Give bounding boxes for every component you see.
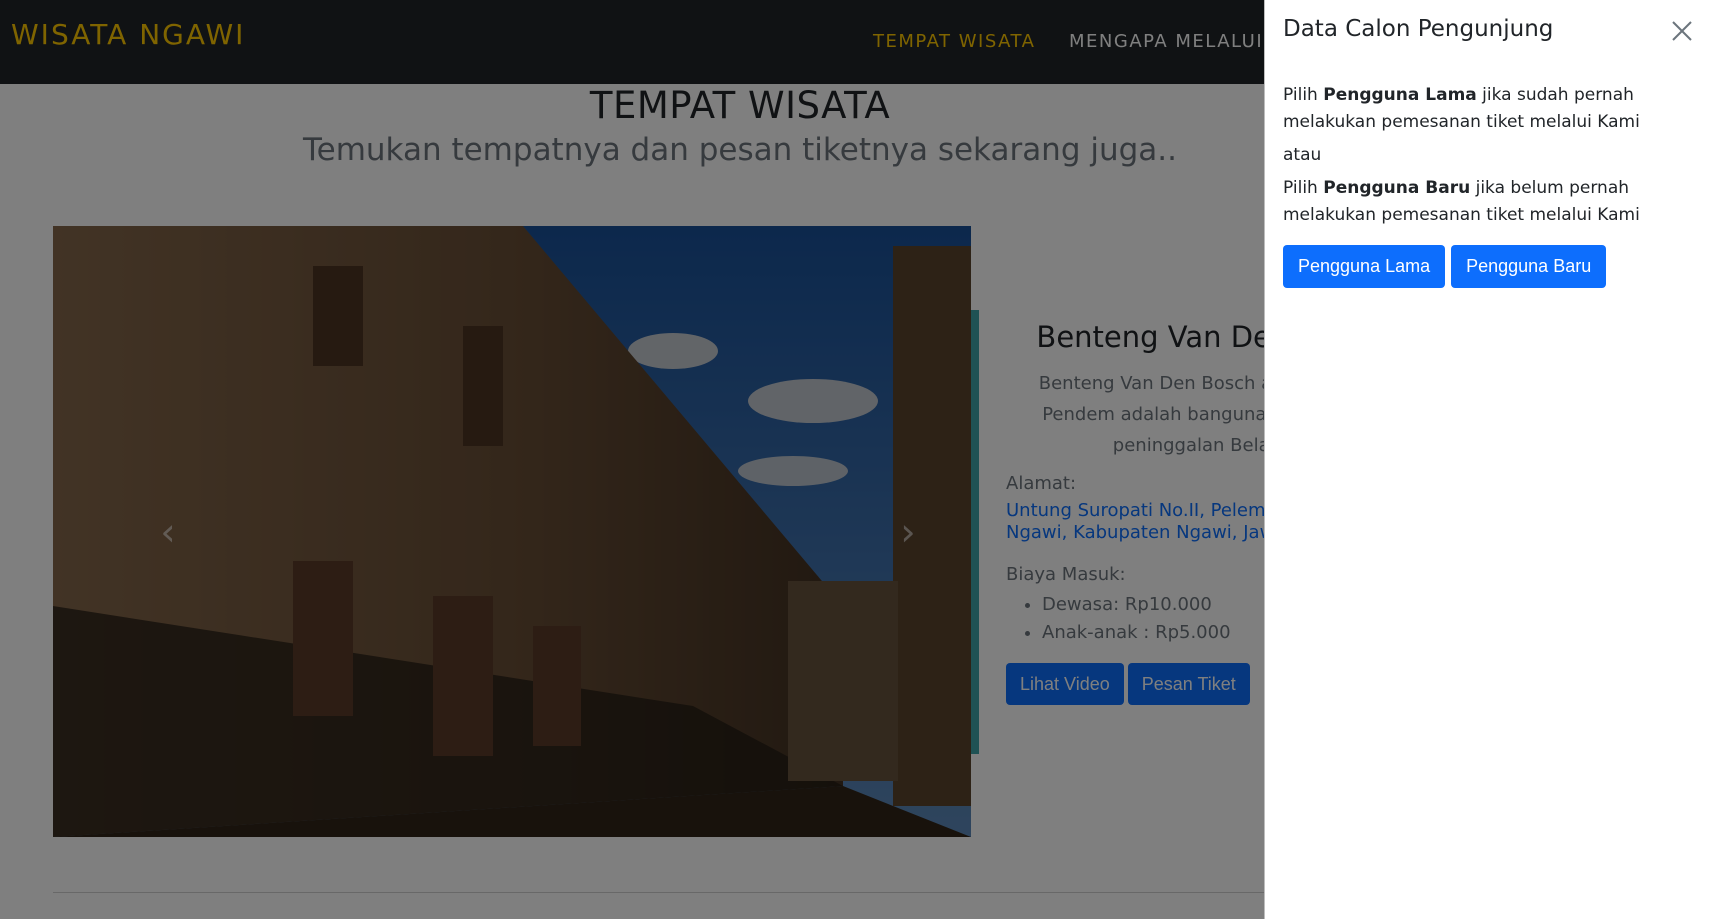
new-user-button[interactable]: Pengguna Baru xyxy=(1451,245,1607,288)
new-user-instruction: Pilih Pengguna Baru jika belum pernah me… xyxy=(1283,175,1703,229)
or-text: atau xyxy=(1283,145,1322,165)
close-button[interactable] xyxy=(1669,18,1695,44)
instruction-prefix: Pilih xyxy=(1283,85,1324,105)
old-user-emphasis: Pengguna Lama xyxy=(1323,85,1477,105)
offcanvas-body: Pilih Pengguna Lama jika sudah pernah me… xyxy=(1283,82,1703,288)
close-icon xyxy=(1672,21,1692,41)
new-user-emphasis: Pengguna Baru xyxy=(1323,178,1471,198)
offcanvas-panel: Data Calon Pengunjung Pilih Pengguna Lam… xyxy=(1264,0,1713,919)
old-user-instruction: Pilih Pengguna Lama jika sudah pernah me… xyxy=(1283,82,1703,136)
old-user-button[interactable]: Pengguna Lama xyxy=(1283,245,1446,288)
instruction-prefix: Pilih xyxy=(1283,178,1324,198)
offcanvas-actions: Pengguna Lama Pengguna Baru xyxy=(1283,245,1703,288)
offcanvas-title: Data Calon Pengunjung xyxy=(1283,16,1554,42)
